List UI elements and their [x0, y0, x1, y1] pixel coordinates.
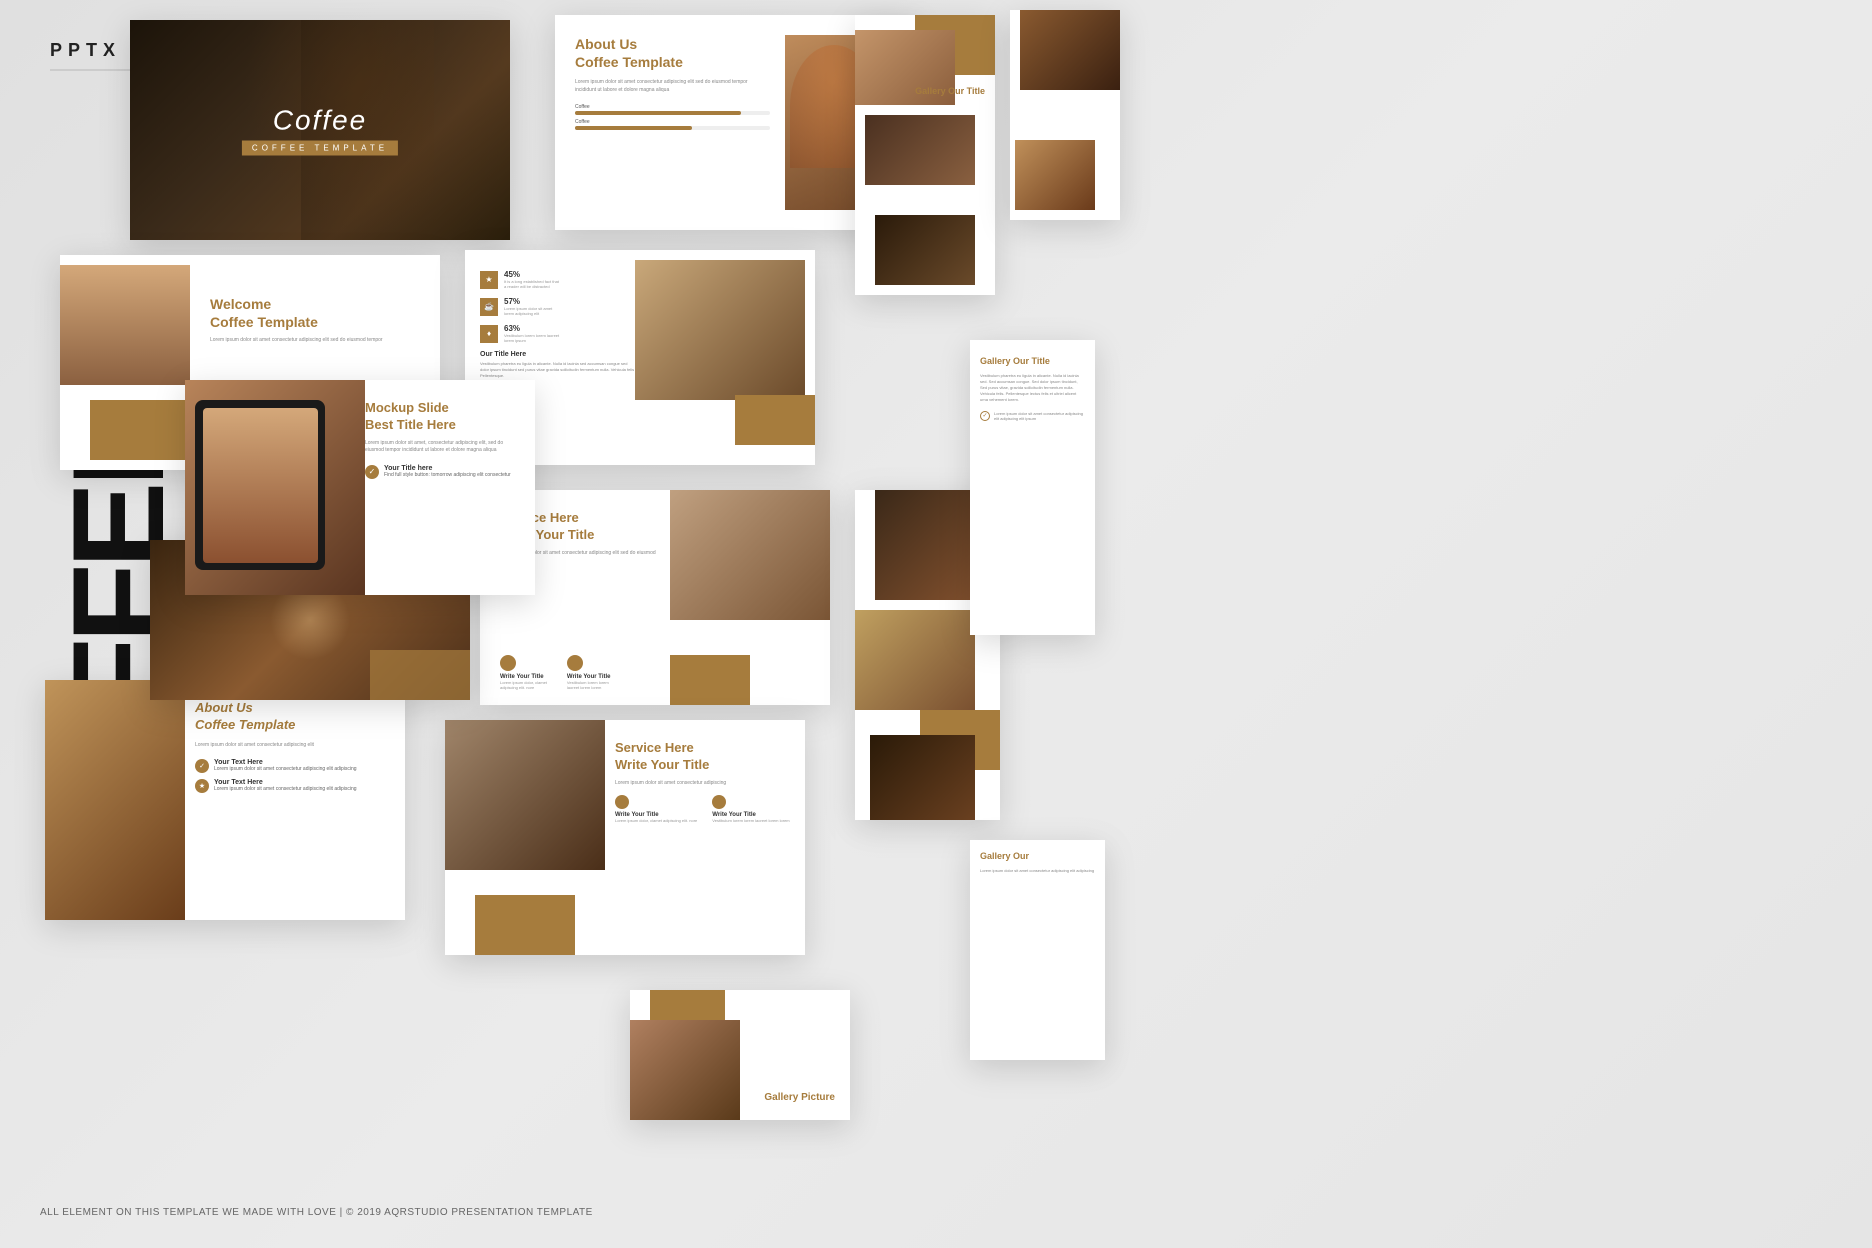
- svc-icon-item-2: Write Your Title Vestibulum lorem lorem …: [712, 795, 789, 823]
- stats-photo: [635, 260, 805, 400]
- our-title-label: Our Title Here: [480, 351, 635, 358]
- svc-i-desc-2: Vestibulum lorem lorem laoreet lorem lor…: [712, 818, 789, 823]
- stat-icon-3: ♦: [480, 325, 498, 343]
- go-check-text: Lorem ipsum dolor sit amet consectetur a…: [994, 411, 1085, 421]
- go-check: ✓ Lorem ipsum dolor sit amet consectetur…: [980, 411, 1085, 421]
- svc-desc-2b: laoreet lorem lorem: [567, 685, 601, 690]
- check-body: Find full style button: tomorrow adipisc…: [384, 472, 511, 478]
- abt-check-body-2: Lorem ipsum dolor sit amet consectetur a…: [214, 786, 357, 792]
- abt-check-title-2: Your Text Here: [214, 779, 357, 786]
- our-title-body: Vestibulum pharetra eu ligula in alicant…: [480, 361, 635, 379]
- progress-label-1: Coffee: [575, 104, 770, 110]
- svc-title: Service HereWrite Your Title: [615, 740, 790, 774]
- svc-body: Lorem ipsum dolor sit amet consectetur a…: [615, 780, 790, 788]
- go-body: Vestibulum pharetra eu ligula in alicant…: [980, 373, 1085, 403]
- stat-desc-2b: lorem adipiscing elit: [504, 311, 552, 316]
- service-icon-2: Write Your Title Vestibulum lorem lorem …: [567, 655, 611, 690]
- abt-check-title-1: Your Text Here: [214, 759, 357, 766]
- abt-check-icon-2: ★: [195, 779, 209, 793]
- svc-icon-2: [567, 655, 583, 671]
- about-title: About UsCoffee Template: [575, 35, 770, 71]
- coffee-accent-rect: [370, 650, 470, 700]
- check-title: Your Title here: [384, 465, 511, 472]
- gr-photo-3: [870, 735, 975, 820]
- svc-icon-1: [500, 655, 516, 671]
- progress-fill-2: [575, 126, 692, 130]
- slide-gallery-top: Gallery Our Title: [855, 15, 995, 295]
- abt-check-body-1: Lorem ipsum dolor sit amet consectetur a…: [214, 766, 357, 772]
- stat-icon-2: ☕: [480, 298, 498, 316]
- welcome-photo: [60, 265, 190, 385]
- stat-value-3: 63%: [504, 324, 559, 333]
- mockup-check: ✓ Your Title here Find full style button…: [365, 465, 520, 479]
- slide-service-bottom: Service HereWrite Your Title Lorem ipsum…: [445, 720, 805, 955]
- mockup-body: Lorem ipsum dolor sit amet, consectetur …: [365, 440, 520, 455]
- service-icon-1: Write Your Title Lorem ipsum dolor, clam…: [500, 655, 547, 690]
- gr-photo-2: [855, 610, 975, 710]
- tablet-screen: [203, 408, 318, 563]
- mockup-photo: [185, 380, 365, 595]
- svc-accent-rect: [475, 895, 575, 955]
- stat-item-1: ★ 45% It is a long established fact that…: [480, 270, 635, 289]
- gpb-photo: [630, 1020, 740, 1120]
- svc-icon-item-1: Write Your Title Lorem ipsum dolor, clam…: [615, 795, 697, 823]
- abt-title: About UsCoffee Template: [195, 700, 390, 734]
- welcome-body: Lorem ipsum dolor sit amet consectetur a…: [210, 337, 420, 345]
- stat-icon-1: ★: [480, 271, 498, 289]
- abt-photo: [45, 680, 185, 920]
- abt-check-1: ✓ Your Text Here Lorem ipsum dolor sit a…: [195, 759, 390, 773]
- progress-fill-1: [575, 111, 741, 115]
- abt-body: Lorem ipsum dolor sit amet consectetur a…: [195, 742, 390, 750]
- gallery-label: Gallery Our Title: [915, 85, 985, 98]
- pptx-divider: [50, 69, 130, 71]
- welcome-title: WelcomeCoffee Template: [210, 295, 420, 331]
- gob-title: Gallery Our: [980, 850, 1095, 863]
- slide-gallery-our-bottom: Gallery Our Lorem ipsum dolor sit amet c…: [970, 840, 1105, 1060]
- progress-label-2: Coffee: [575, 119, 770, 125]
- slide-cover: Coffee COFFEE TEMPLATE: [130, 20, 510, 240]
- stat-value-2: 57%: [504, 297, 552, 306]
- stat-desc-3b: lorem ipsum: [504, 338, 559, 343]
- go-check-icon: ✓: [980, 411, 990, 421]
- slide-about-bottom: About UsCoffee Template Lorem ipsum dolo…: [45, 680, 405, 920]
- stats-accent: [735, 395, 815, 445]
- stat-desc-1b: a reader will be distracted: [504, 284, 559, 289]
- check-icon: ✓: [365, 465, 379, 479]
- slide-gallery-pic-bottom: Gallery Picture: [630, 990, 850, 1120]
- gallery-photo-2: [865, 115, 975, 185]
- svc-desc-1b: adipiscing elit. nore: [500, 685, 534, 690]
- stat-item-3: ♦ 63% Vestibulum lorem lorem laoreet lor…: [480, 324, 635, 343]
- footer-text: ALL ELEMENT ON THIS TEMPLATE WE MADE WIT…: [40, 1207, 593, 1218]
- about-body: Lorem ipsum dolor sit amet consectetur a…: [575, 79, 770, 94]
- gallery-title-text: Gallery Our Title: [915, 85, 985, 98]
- abt-check-2: ★ Your Text Here Lorem ipsum dolor sit a…: [195, 779, 390, 793]
- abt-check-icon-1: ✓: [195, 759, 209, 773]
- gob-body: Lorem ipsum dolor sit amet consectetur a…: [980, 868, 1095, 874]
- welcome-accent: [90, 400, 190, 460]
- cover-title: Coffee: [242, 105, 398, 137]
- svc-i-icon-2: [712, 795, 726, 809]
- service-icons-row: Write Your Title Lorem ipsum dolor, clam…: [500, 655, 611, 690]
- slide-mockup: Mockup SlideBest Title Here Lorem ipsum …: [185, 380, 535, 595]
- go-title: Gallery Our Title: [980, 355, 1085, 368]
- svc-i-desc-1: Lorem ipsum dolor, clamet adipiscing eli…: [615, 818, 697, 823]
- stat-item-2: ☕ 57% Lorem ipsum dolor sit amet lorem a…: [480, 297, 635, 316]
- slide-gallery-our: Gallery Our Title Vestibulum pharetra eu…: [970, 340, 1095, 635]
- gpb-text: Gallery Picture: [764, 1091, 835, 1105]
- gallery-photo-3: [875, 215, 975, 285]
- slide-partial-top-right: [1010, 10, 1120, 220]
- mockup-title: Mockup SlideBest Title Here: [365, 400, 520, 434]
- tablet-shape: [195, 400, 325, 570]
- stat-value-1: 45%: [504, 270, 559, 279]
- service-title: Service HereWrite Your Title: [500, 510, 810, 544]
- svc-photo: [445, 720, 605, 870]
- svc-i-icon-1: [615, 795, 629, 809]
- cover-subtitle: COFFEE TEMPLATE: [242, 141, 398, 156]
